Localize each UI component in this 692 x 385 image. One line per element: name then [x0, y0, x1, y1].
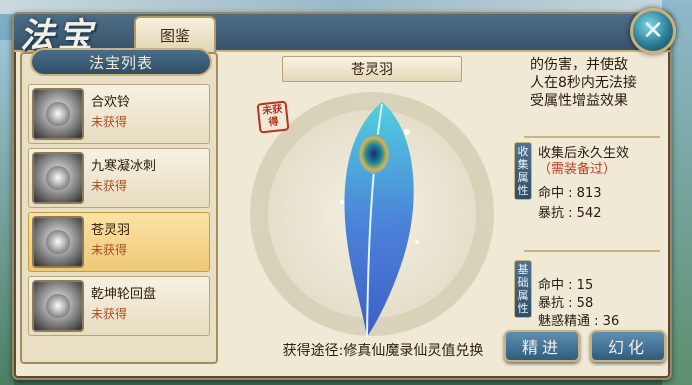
list-item-jiuhan[interactable]: 九寒凝冰刺 未获得 — [28, 148, 210, 208]
collect-stat-crit-resist: 暴抗 : 542 — [538, 206, 602, 221]
item-name: 合欢铃 — [91, 95, 131, 110]
feather-icon — [32, 216, 84, 268]
base-stat-charm: 魅惑精通 : 36 — [538, 314, 620, 329]
close-button[interactable]: ✕ — [630, 8, 676, 54]
treasure-display: 苍灵羽 未获得 获得途径:修真仙魔录仙灵值兑换 — [222, 52, 522, 364]
collect-attr-label: 收集属性 — [514, 142, 532, 200]
item-status: 未获得 — [91, 115, 128, 129]
not-obtained-seal: 未获得 — [256, 100, 290, 134]
divider — [524, 250, 660, 252]
stat-value: 542 — [576, 206, 602, 221]
wheel-disk-icon — [32, 280, 84, 332]
stat-name: 暴抗 — [538, 206, 565, 221]
list-item-canglingyu[interactable]: 苍灵羽 未获得 — [28, 212, 210, 272]
skill-description: 的伤害，并使敌 人在8秒内无法接 受属性增益效果 — [530, 56, 658, 110]
tab-codex[interactable]: 图鉴 — [134, 16, 216, 52]
stat-name: 命中 — [538, 278, 565, 293]
base-stat-crit-resist: 暴抗 : 58 — [538, 296, 594, 311]
stat-name: 暴抗 — [538, 296, 565, 311]
transform-button[interactable]: 幻化 — [590, 330, 666, 362]
item-status: 未获得 — [91, 307, 128, 321]
treasure-list-panel: 法宝列表 合欢铃 未获得 九寒凝冰刺 未获得 苍灵羽 未获得 乾坤轮回盘 未获得 — [20, 48, 218, 364]
obtain-method: 获得途径:修真仙魔录仙灵值兑换 — [282, 343, 484, 359]
divider — [524, 136, 660, 138]
refine-button[interactable]: 精进 — [504, 330, 580, 362]
stat-value: 36 — [602, 314, 620, 329]
list-header: 法宝列表 — [30, 48, 212, 76]
title-bar: 法宝 图鉴 — [14, 14, 670, 56]
desc-line: 的伤害，并使敌 — [530, 57, 628, 73]
attribute-panel: 的伤害，并使敌 人在8秒内无法接 受属性增益效果 收集属性 收集后永久生效 （需… — [514, 52, 660, 364]
stat-name: 命中 — [538, 186, 565, 201]
desc-line: 受属性增益效果 — [530, 93, 628, 109]
stat-name: 魅惑精通 — [538, 314, 591, 329]
list-item-qiankun[interactable]: 乾坤轮回盘 未获得 — [28, 276, 210, 336]
collect-stat-hit: 命中 : 813 — [538, 186, 602, 201]
base-attr-label: 基础属性 — [514, 260, 532, 318]
base-stat-hit: 命中 : 15 — [538, 278, 594, 293]
stat-value: 58 — [576, 296, 594, 311]
item-status: 未获得 — [91, 179, 128, 193]
desc-line: 人在8秒内无法接 — [530, 75, 637, 91]
stat-value: 15 — [576, 278, 594, 293]
treasure-name: 苍灵羽 — [282, 56, 462, 82]
collect-requirement: （需装备过） — [538, 162, 617, 177]
item-status: 未获得 — [91, 243, 128, 257]
treasure-list: 合欢铃 未获得 九寒凝冰刺 未获得 苍灵羽 未获得 乾坤轮回盘 未获得 — [28, 84, 210, 340]
bell-icon — [32, 88, 84, 140]
stat-value: 813 — [576, 186, 602, 201]
item-name: 九寒凝冰刺 — [91, 159, 157, 174]
ice-spike-icon — [32, 152, 84, 204]
feather-image — [340, 102, 419, 338]
item-name: 苍灵羽 — [91, 223, 131, 238]
close-icon: ✕ — [642, 16, 664, 46]
item-name: 乾坤轮回盘 — [91, 287, 157, 302]
list-item-hehuanling[interactable]: 合欢铃 未获得 — [28, 84, 210, 144]
